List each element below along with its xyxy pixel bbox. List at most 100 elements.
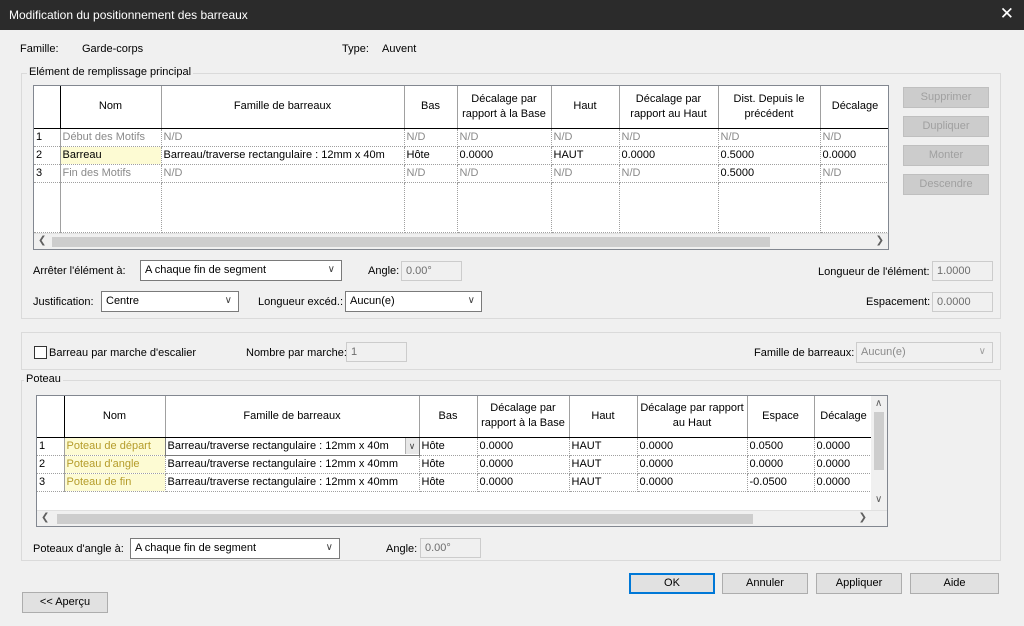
- arrow-up-icon[interactable]: ∧: [875, 398, 882, 409]
- stair-family-select[interactable]: Aucun(e) ∨: [856, 342, 993, 363]
- cell-name[interactable]: Poteau d'angle: [64, 455, 166, 474]
- cell-offset[interactable]: N/D: [820, 164, 888, 183]
- cell-name[interactable]: Fin des Motifs: [60, 164, 162, 183]
- spacing-field[interactable]: 0.0000: [932, 292, 993, 312]
- col-header[interactable]: Décalage par rapport à la Base: [477, 396, 570, 438]
- cell-top-offset[interactable]: N/D: [619, 128, 719, 147]
- preview-button[interactable]: << Aperçu: [22, 592, 108, 613]
- cell-top-offset[interactable]: 0.0000: [637, 473, 748, 492]
- table-row[interactable]: 1 Début des Motifs N/D N/D N/D N/D N/D N…: [34, 128, 888, 147]
- stair-checkbox[interactable]: [34, 346, 47, 359]
- col-header[interactable]: Espace: [747, 396, 815, 438]
- table-row[interactable]: 1 Poteau de départ Barreau/traverse rect…: [37, 436, 874, 456]
- cell-top-offset[interactable]: 0.0000: [619, 146, 719, 165]
- cell-top[interactable]: HAUT: [569, 455, 638, 474]
- cell-space[interactable]: -0.0500: [747, 473, 815, 492]
- arrow-down-icon[interactable]: ∨: [875, 494, 882, 505]
- cell-top-offset[interactable]: 0.0000: [637, 455, 748, 474]
- arrow-left-icon[interactable]: ❮: [38, 235, 46, 246]
- posts-angle-field[interactable]: 0.00°: [420, 538, 481, 558]
- cell-family[interactable]: N/D: [161, 164, 405, 183]
- cell-top[interactable]: N/D: [551, 128, 620, 147]
- cell-bottom[interactable]: Hôte: [419, 473, 478, 492]
- cell-top[interactable]: HAUT: [569, 473, 638, 492]
- delete-button[interactable]: Supprimer: [903, 87, 989, 108]
- cell-family[interactable]: Barreau/traverse rectangulaire : 12mm x …: [161, 146, 405, 165]
- cell-offset[interactable]: 0.0000: [814, 473, 874, 492]
- length-field[interactable]: 1.0000: [932, 261, 993, 281]
- cell-family-dropdown[interactable]: Barreau/traverse rectangulaire : 12mm x …: [164, 436, 420, 456]
- stop-select[interactable]: A chaque fin de segment ∨: [140, 260, 342, 281]
- apply-button[interactable]: Appliquer: [816, 573, 902, 594]
- cell-top[interactable]: N/D: [551, 164, 620, 183]
- table-row[interactable]: 3 Fin des Motifs N/D N/D N/D N/D N/D 0.5…: [34, 164, 888, 183]
- col-header[interactable]: Décalage par rapport au Haut: [637, 396, 748, 438]
- cell-name[interactable]: Début des Motifs: [60, 128, 162, 147]
- cell-space[interactable]: 0.0000: [747, 455, 815, 474]
- cell-bottom[interactable]: Hôte: [419, 455, 478, 474]
- cell-family[interactable]: N/D: [161, 128, 405, 147]
- cell-offset[interactable]: 0.0000: [814, 455, 874, 474]
- cell-bottom-offset[interactable]: 0.0000: [477, 473, 570, 492]
- per-step-field[interactable]: 1: [346, 342, 407, 362]
- table-row[interactable]: 3 Poteau de fin Barreau/traverse rectang…: [37, 473, 874, 492]
- cell-family[interactable]: Barreau/traverse rectangulaire : 12mm x …: [165, 473, 420, 492]
- ok-button[interactable]: OK: [629, 573, 715, 594]
- col-header[interactable]: Haut: [569, 396, 638, 438]
- col-header[interactable]: Bas: [419, 396, 478, 438]
- cell-bottom[interactable]: N/D: [404, 164, 458, 183]
- scroll-thumb[interactable]: [52, 237, 770, 247]
- col-header[interactable]: Décalage par rapport à la Base: [457, 86, 552, 129]
- cell-name[interactable]: Poteau de fin: [64, 473, 166, 492]
- col-header[interactable]: Famille de barreaux: [165, 396, 420, 438]
- arrow-right-icon[interactable]: ❯: [876, 235, 884, 246]
- cell-distance[interactable]: 0.5000: [718, 164, 821, 183]
- table-row[interactable]: 2 Poteau d'angle Barreau/traverse rectan…: [37, 455, 874, 474]
- cell-distance[interactable]: N/D: [718, 128, 821, 147]
- cell-bottom-offset[interactable]: N/D: [457, 164, 552, 183]
- col-header[interactable]: Nom: [64, 396, 166, 438]
- cell-bottom-offset[interactable]: N/D: [457, 128, 552, 147]
- justification-select[interactable]: Centre ∨: [101, 291, 239, 312]
- scroll-thumb[interactable]: [57, 514, 753, 524]
- col-header[interactable]: Dist. Depuis le précédent: [718, 86, 821, 129]
- cancel-button[interactable]: Annuler: [722, 573, 808, 594]
- table-row[interactable]: 2 Barreau Barreau/traverse rectangulaire…: [34, 146, 888, 165]
- posts-vscrollbar[interactable]: ∧ ∨: [871, 396, 887, 510]
- move-up-button[interactable]: Monter: [903, 145, 989, 166]
- arrow-left-icon[interactable]: ❮: [41, 512, 49, 523]
- col-header[interactable]: Bas: [404, 86, 458, 129]
- col-header[interactable]: Haut: [551, 86, 620, 129]
- main-hscrollbar[interactable]: ❮ ❯: [34, 233, 888, 249]
- cell-bottom[interactable]: Hôte: [404, 146, 458, 165]
- cell-distance[interactable]: 0.5000: [718, 146, 821, 165]
- close-icon[interactable]: ✕: [1000, 4, 1014, 24]
- cell-bottom[interactable]: N/D: [404, 128, 458, 147]
- cell-top[interactable]: HAUT: [569, 437, 638, 456]
- duplicate-button[interactable]: Dupliquer: [903, 116, 989, 137]
- help-button[interactable]: Aide: [910, 573, 999, 594]
- cell-bottom[interactable]: Hôte: [419, 437, 478, 456]
- cell-top-offset[interactable]: N/D: [619, 164, 719, 183]
- cell-offset[interactable]: 0.0000: [814, 437, 874, 456]
- chevron-down-icon[interactable]: ∨: [404, 438, 418, 454]
- cell-bottom-offset[interactable]: 0.0000: [477, 455, 570, 474]
- col-header[interactable]: Famille de barreaux: [161, 86, 405, 129]
- scroll-thumb[interactable]: [874, 412, 884, 470]
- col-header[interactable]: Décalage: [814, 396, 874, 438]
- corner-posts-select[interactable]: A chaque fin de segment ∨: [130, 538, 340, 559]
- cell-name[interactable]: Barreau: [60, 146, 162, 165]
- cell-name[interactable]: Poteau de départ: [64, 437, 166, 456]
- excess-select[interactable]: Aucun(e) ∨: [345, 291, 482, 312]
- col-header[interactable]: Décalage par rapport au Haut: [619, 86, 719, 129]
- arrow-right-icon[interactable]: ❯: [859, 512, 867, 523]
- cell-family[interactable]: Barreau/traverse rectangulaire : 12mm x …: [165, 455, 420, 474]
- cell-offset[interactable]: N/D: [820, 128, 888, 147]
- cell-top[interactable]: HAUT: [551, 146, 620, 165]
- cell-bottom-offset[interactable]: 0.0000: [477, 437, 570, 456]
- move-down-button[interactable]: Descendre: [903, 174, 989, 195]
- cell-offset[interactable]: 0.0000: [820, 146, 888, 165]
- angle-field[interactable]: 0.00°: [401, 261, 462, 281]
- stair-checkbox-label[interactable]: Barreau par marche d'escalier: [49, 347, 196, 359]
- col-header[interactable]: Nom: [60, 86, 162, 129]
